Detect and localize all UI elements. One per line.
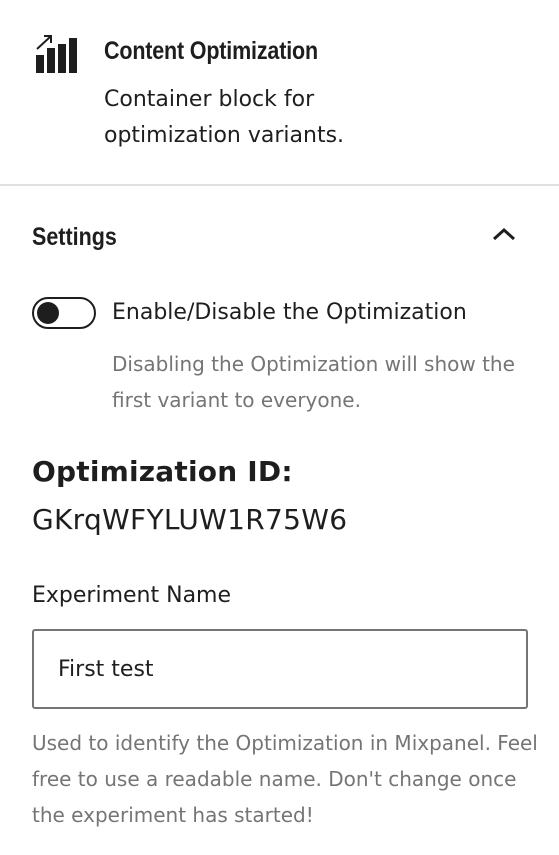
block-title: Content Optimization [104, 37, 318, 65]
block-card: Content Optimization Container block for… [0, 0, 559, 186]
settings-panel-toggle[interactable]: Settings [0, 186, 559, 288]
optimization-id-label: Optimization ID: [32, 455, 293, 488]
chevron-up-icon [492, 227, 516, 241]
settings-panel-title: Settings [32, 223, 117, 251]
toggle-knob [37, 302, 59, 324]
optimization-toggle-label[interactable]: Enable/Disable the Optimization [112, 295, 467, 331]
optimization-toggle-help: Disabling the Optimization will show the… [112, 352, 515, 412]
experiment-name-input[interactable] [32, 629, 528, 709]
optimization-toggle[interactable] [32, 297, 96, 329]
experiment-name-label: Experiment Name [32, 583, 232, 608]
optimization-id-value: GKrqWFYLUW1R75W6 [32, 503, 348, 536]
chart-bars-trend-icon [36, 35, 77, 73]
optimization-toggle-row: Enable/Disable the Optimization [32, 295, 527, 335]
experiment-name-help: Used to identify the Optimization in Mix… [32, 731, 538, 827]
block-description: Container block for optimization variant… [104, 87, 345, 148]
